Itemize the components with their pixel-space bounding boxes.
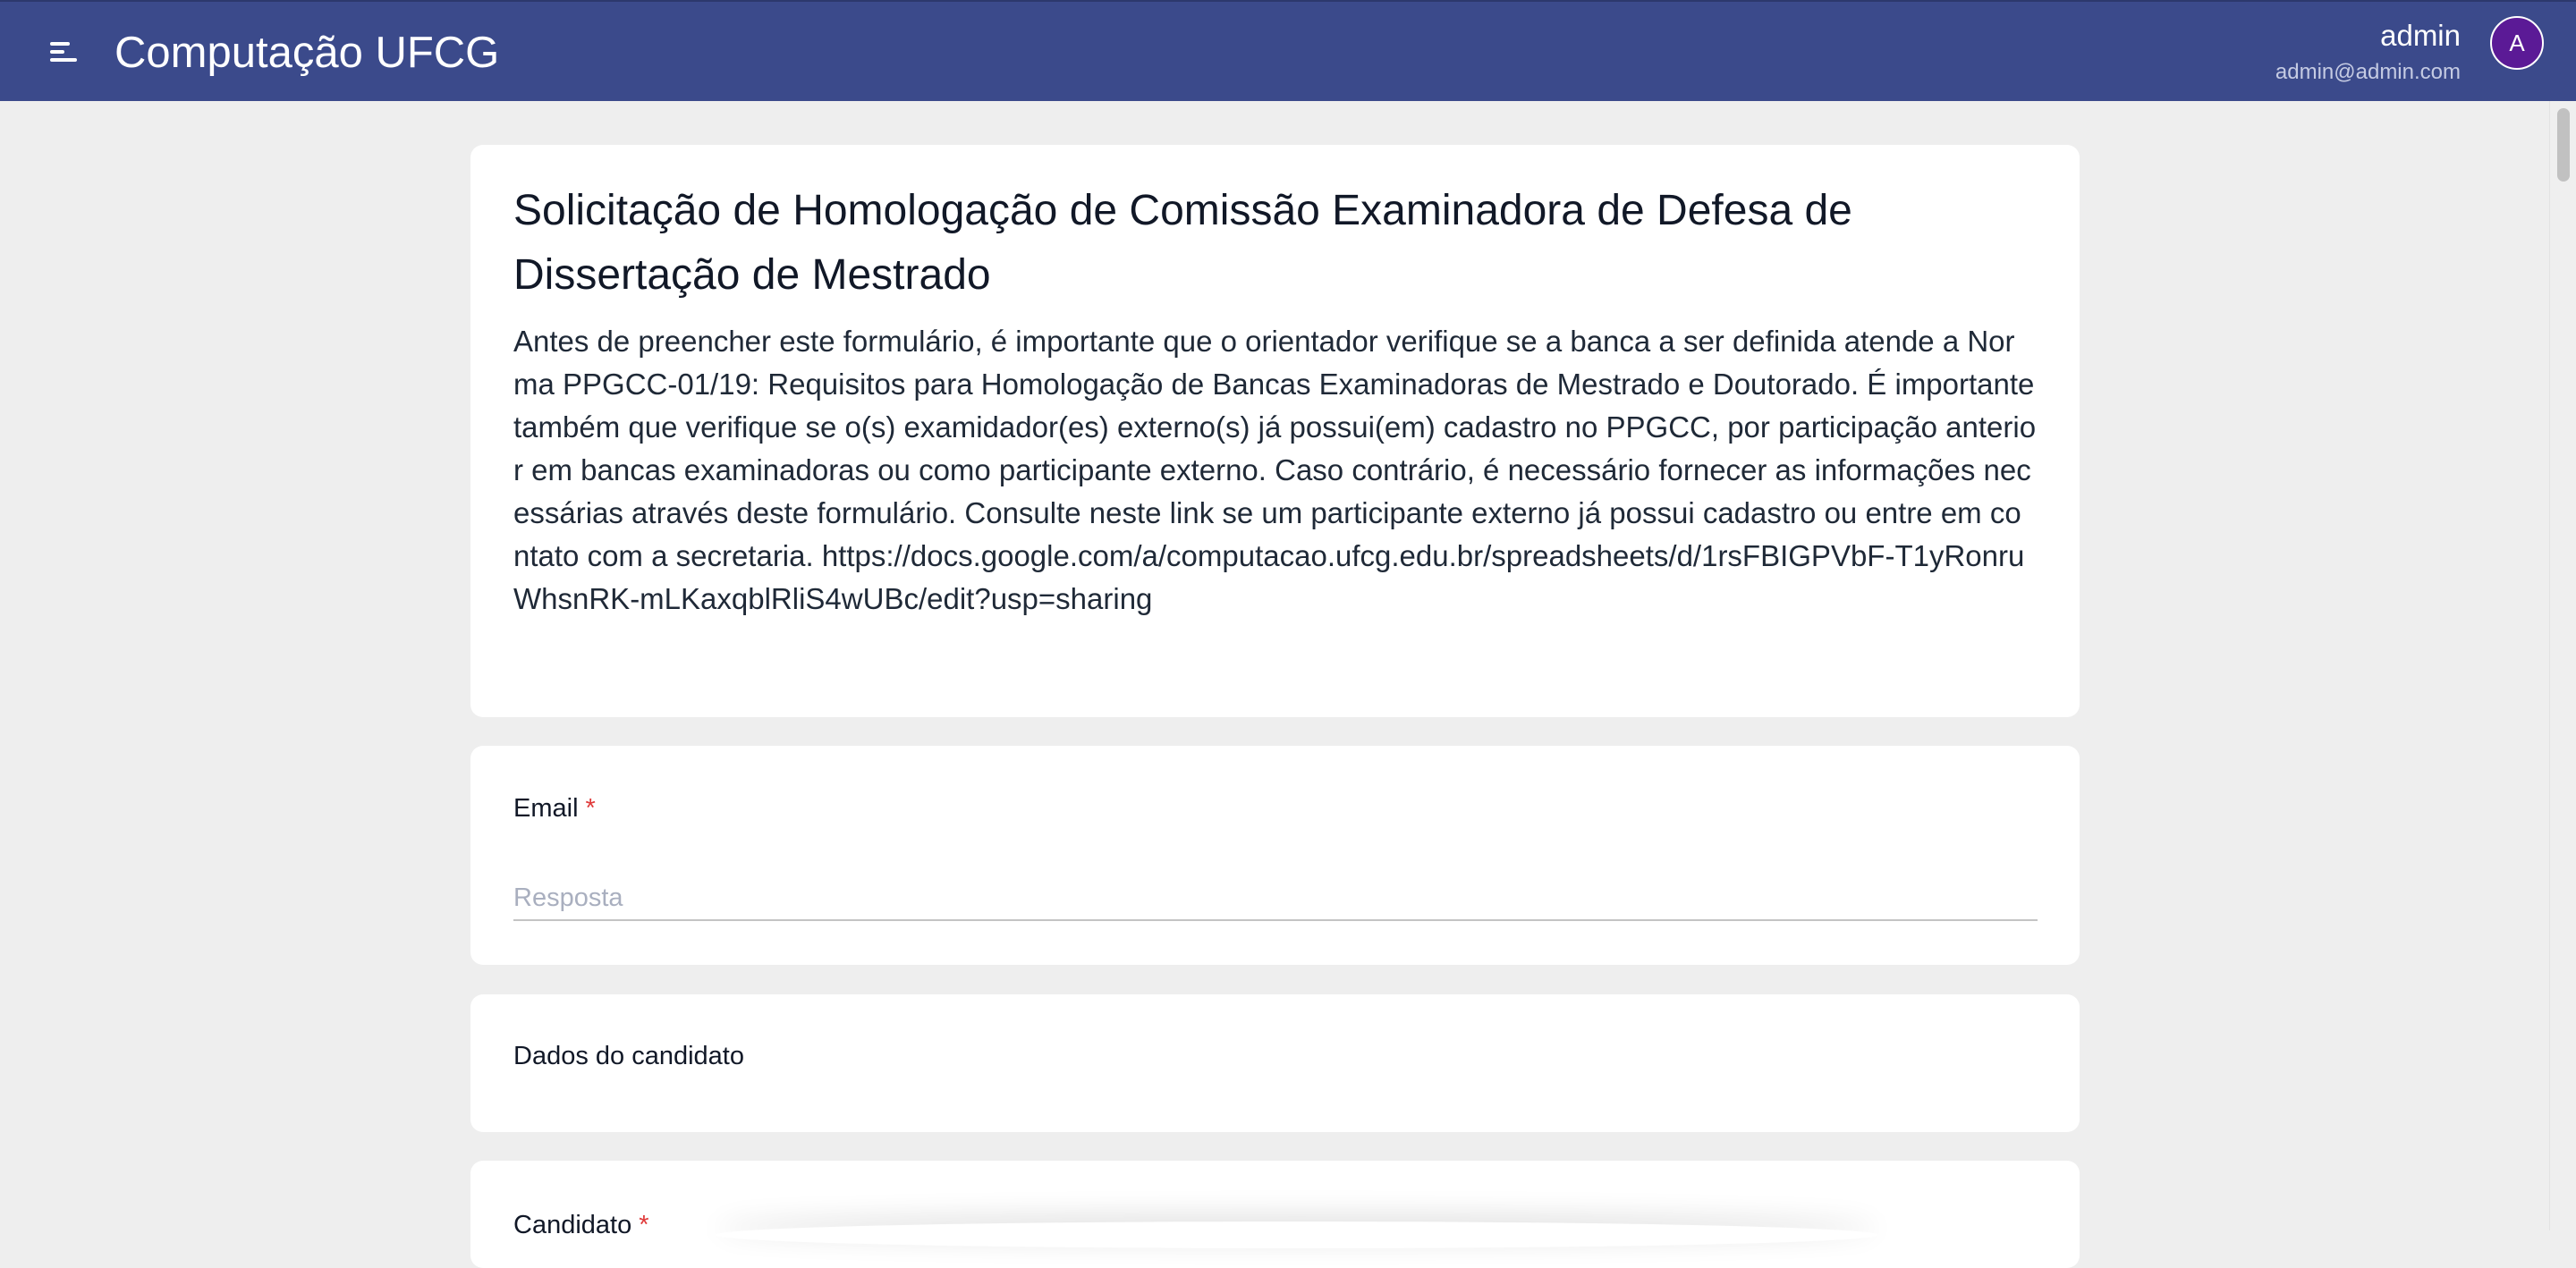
required-asterisk: *: [585, 794, 596, 823]
form-title: Solicitação de Homologação de Comissão E…: [513, 187, 1852, 299]
question-label-candidate: Candidato *: [513, 1207, 649, 1243]
vertical-scrollbar[interactable]: [2549, 101, 2576, 1230]
user-name: admin: [2380, 19, 2461, 52]
question-label-text: Email: [513, 794, 579, 823]
floating-panel-shadow: [716, 1222, 1878, 1248]
app-title: Computação UFCG: [114, 29, 500, 77]
scrollbar-thumb[interactable]: [2557, 108, 2570, 182]
user-email: admin@admin.com: [2275, 60, 2461, 84]
email-answer-input[interactable]: [513, 876, 2038, 921]
section-title-candidate-data: Dados do candidato: [513, 1042, 744, 1070]
menu-icon[interactable]: [45, 34, 86, 70]
form-header-card: Solicitação de Homologação de Comissão E…: [470, 145, 2080, 717]
avatar[interactable]: A: [2490, 16, 2544, 70]
section-card-candidate-data: Dados do candidato: [470, 994, 2080, 1132]
question-card-candidate: Candidato *: [470, 1161, 2080, 1268]
required-asterisk: *: [639, 1211, 649, 1239]
question-label-email: Email *: [513, 790, 596, 826]
form-description: Antes de preencher este formulário, é im…: [513, 325, 2037, 615]
question-card-email: Email *: [470, 746, 2080, 965]
top-app-bar: Computação UFCG admin admin@admin.com A: [0, 0, 2576, 101]
question-label-text: Candidato: [513, 1211, 632, 1239]
